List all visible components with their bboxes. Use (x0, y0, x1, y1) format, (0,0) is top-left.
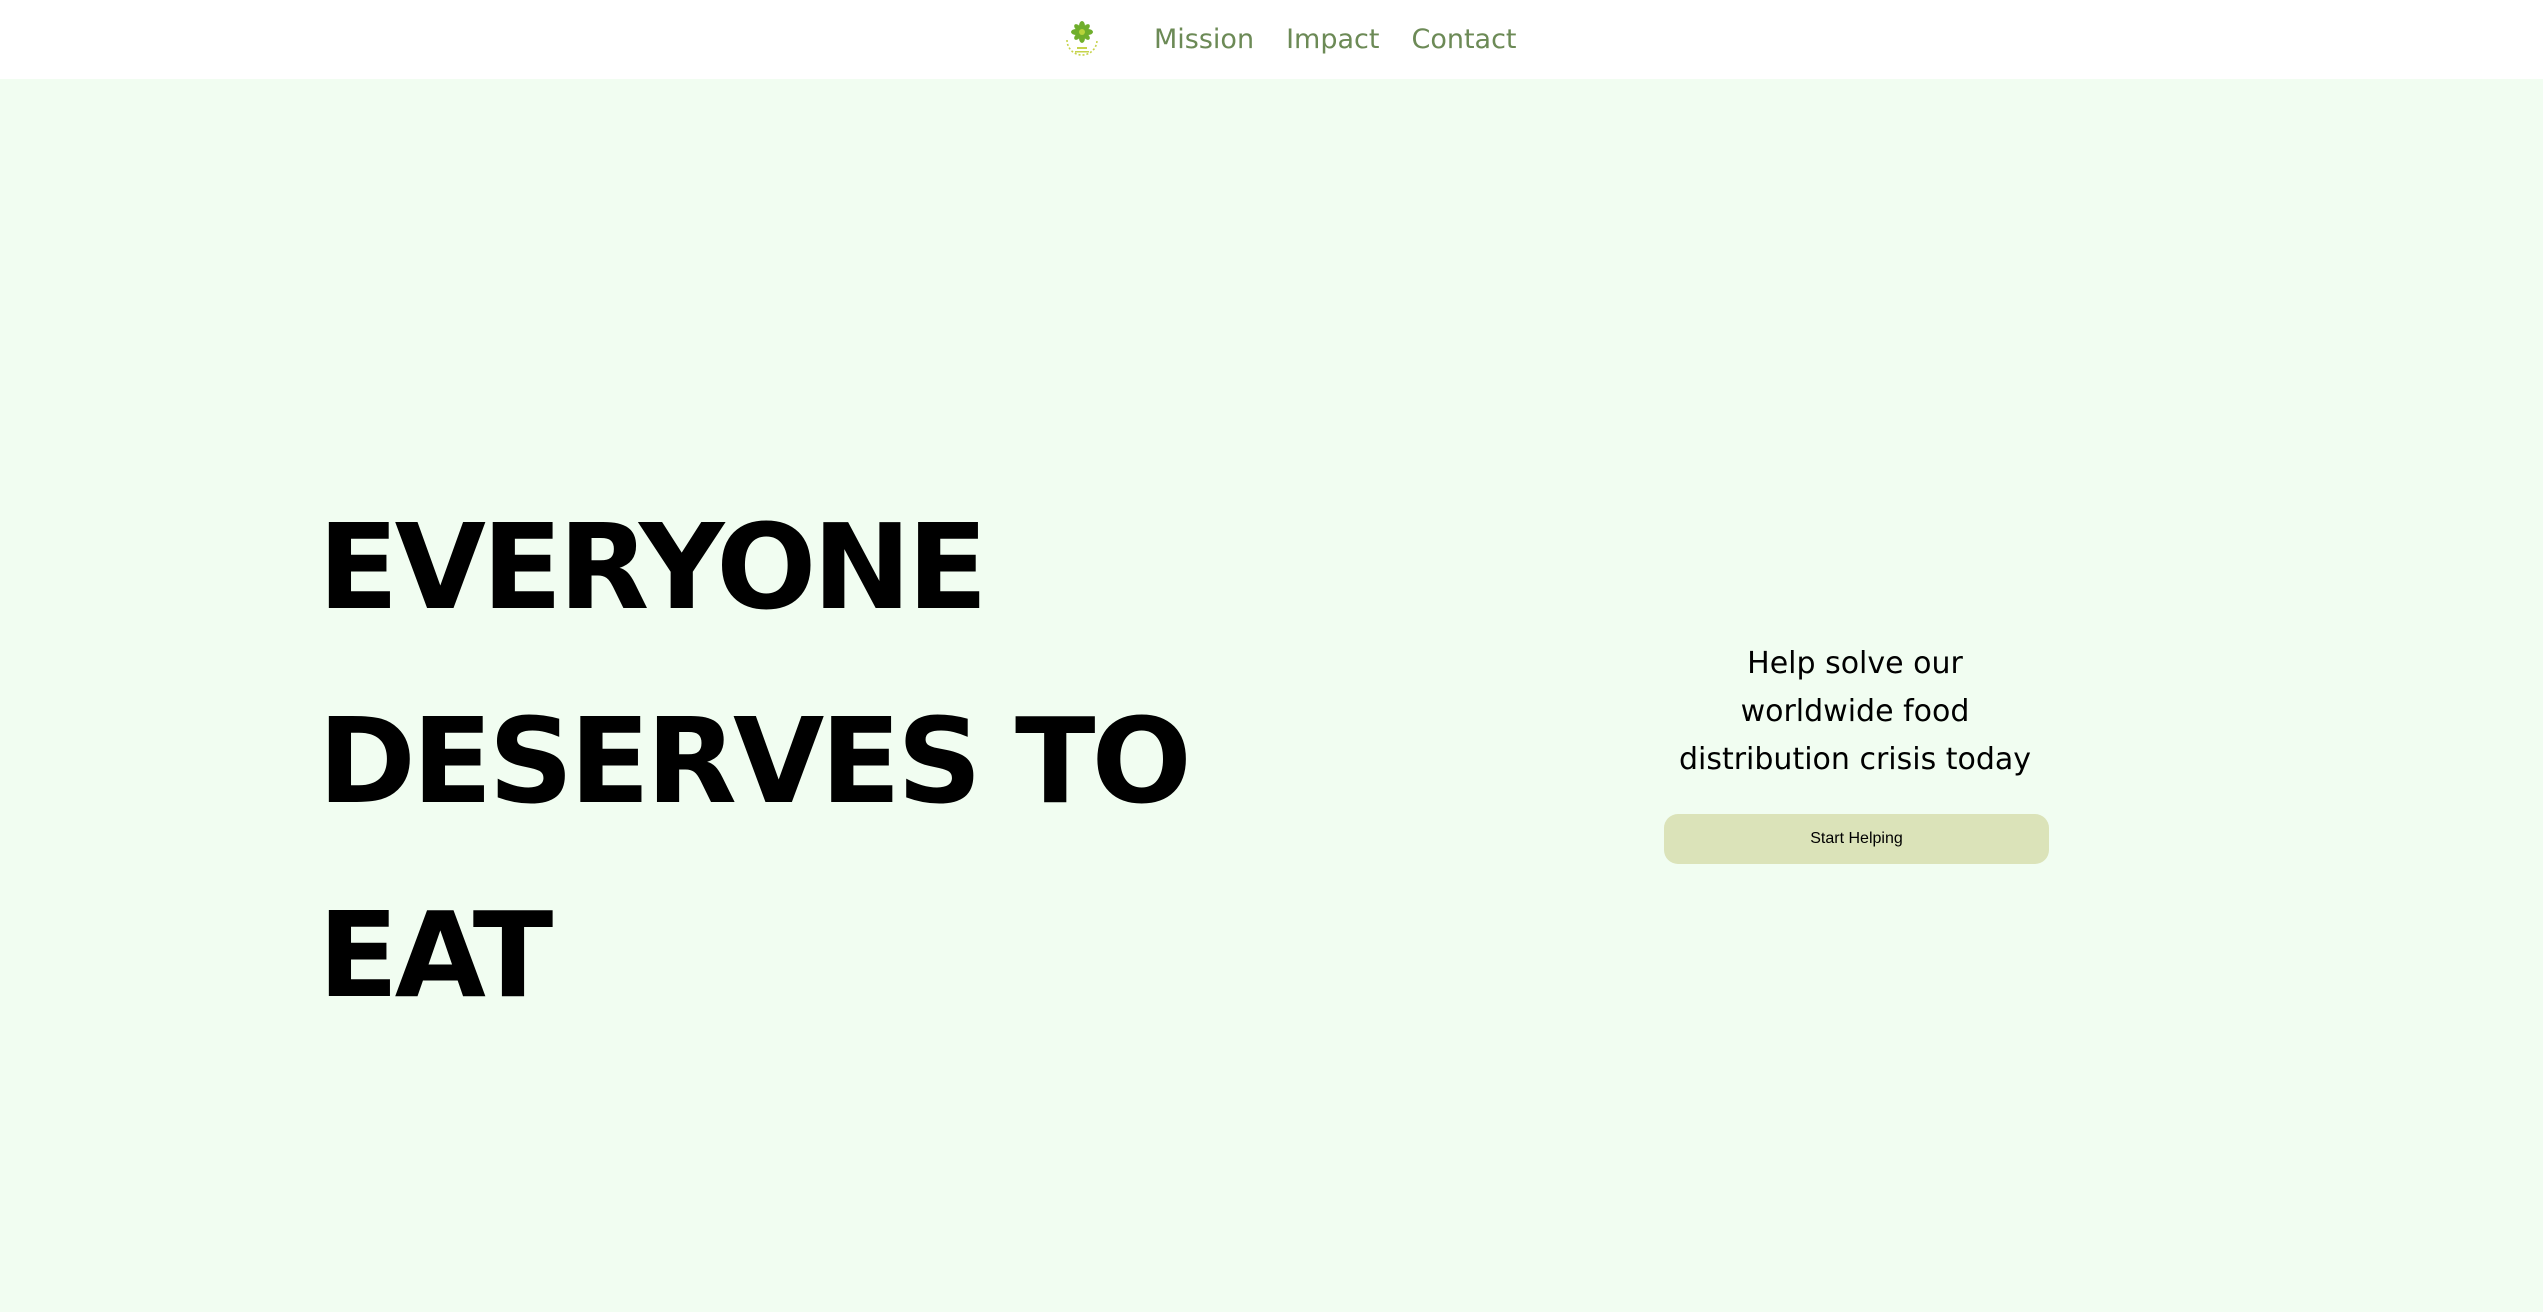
plant-seal-logo-icon[interactable] (1061, 18, 1103, 60)
cta-panel: Help solve our worldwide food distributi… (1656, 640, 2054, 864)
hero-title-line-3: EAT (318, 886, 553, 1024)
hero-title-line-1: EVERYONE (318, 498, 988, 636)
nav-link-contact[interactable]: Contact (1411, 20, 1516, 60)
hero-title-line-2: DESERVES TO (318, 692, 1192, 830)
nav-link-mission[interactable]: Mission (1154, 20, 1254, 60)
main-nav: Mission Impact Contact (1154, 20, 1517, 60)
nav-link-impact[interactable]: Impact (1286, 20, 1379, 60)
start-helping-button[interactable]: Start Helping (1664, 814, 2049, 864)
hero-title: EVERYONE DESERVES TO EAT (318, 470, 1278, 1052)
top-navbar: Mission Impact Contact (0, 0, 2543, 79)
cta-text: Help solve our worldwide food distributi… (1678, 646, 2032, 777)
